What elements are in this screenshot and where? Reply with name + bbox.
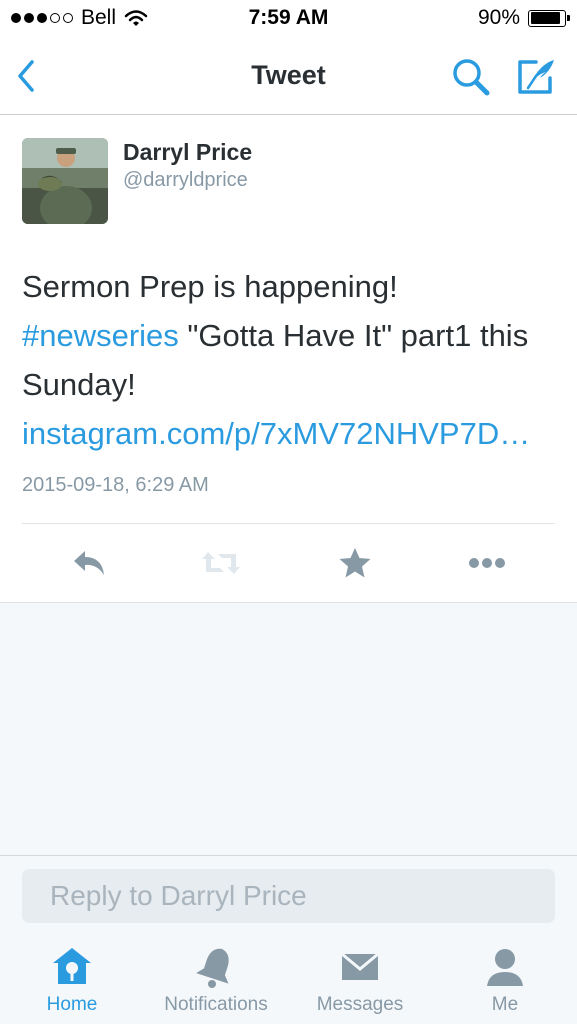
search-icon — [453, 59, 490, 96]
search-button[interactable] — [450, 56, 492, 98]
tab-messages-label: Messages — [316, 994, 404, 1015]
hashtag-link[interactable]: #newseries — [22, 318, 179, 353]
battery-percent: 90% — [477, 6, 520, 29]
compose-button[interactable] — [514, 56, 558, 98]
tab-notifications[interactable]: Notifications — [156, 936, 276, 1024]
avatar[interactable] — [22, 138, 108, 224]
favorite-button[interactable] — [332, 540, 378, 586]
retweet-button[interactable] — [198, 540, 244, 586]
author-handle[interactable]: @darryldprice — [123, 169, 248, 192]
avatar-photo — [22, 138, 108, 224]
battery-status: 90% — [477, 6, 570, 30]
more-button[interactable] — [464, 540, 510, 586]
author-name[interactable]: Darryl Price — [123, 139, 252, 166]
person-icon — [487, 949, 523, 986]
more-icon — [469, 558, 505, 568]
battery-icon — [528, 9, 570, 27]
instagram-link[interactable]: instagram.com/p/7xMV72NHVP7D… — [22, 416, 530, 451]
tab-me-label: Me — [491, 994, 519, 1015]
empty-area — [0, 602, 577, 856]
retweet-icon — [202, 552, 240, 574]
reply-bar — [0, 856, 577, 936]
nav-bar: Tweet — [0, 38, 577, 115]
star-icon — [339, 548, 371, 578]
battery-level — [530, 12, 561, 24]
reply-button[interactable] — [66, 540, 112, 586]
home-icon — [53, 948, 91, 984]
compose-icon — [518, 60, 554, 94]
tweet-text: Sermon Prep is happening! #newseries "Go… — [22, 262, 552, 458]
tweet-actions — [0, 540, 577, 586]
tab-home-label: Home — [46, 994, 98, 1015]
tab-home[interactable]: Home — [22, 936, 122, 1024]
tab-messages[interactable]: Messages — [305, 936, 415, 1024]
tweet-timestamp: 2015-09-18, 6:29 AM — [22, 474, 209, 496]
reply-input[interactable] — [22, 869, 555, 923]
status-bar: Bell 7:59 AM 90% — [0, 0, 577, 38]
tab-me[interactable]: Me — [460, 936, 550, 1024]
tab-bar: Home Notifications Messages Me — [0, 936, 577, 1024]
divider — [22, 523, 555, 524]
envelope-icon — [341, 952, 379, 980]
tweet-text-part: Sermon Prep is happening! — [22, 269, 398, 304]
bell-icon — [196, 948, 229, 988]
reply-icon — [74, 551, 104, 575]
tab-notifications-label: Notifications — [164, 994, 268, 1015]
